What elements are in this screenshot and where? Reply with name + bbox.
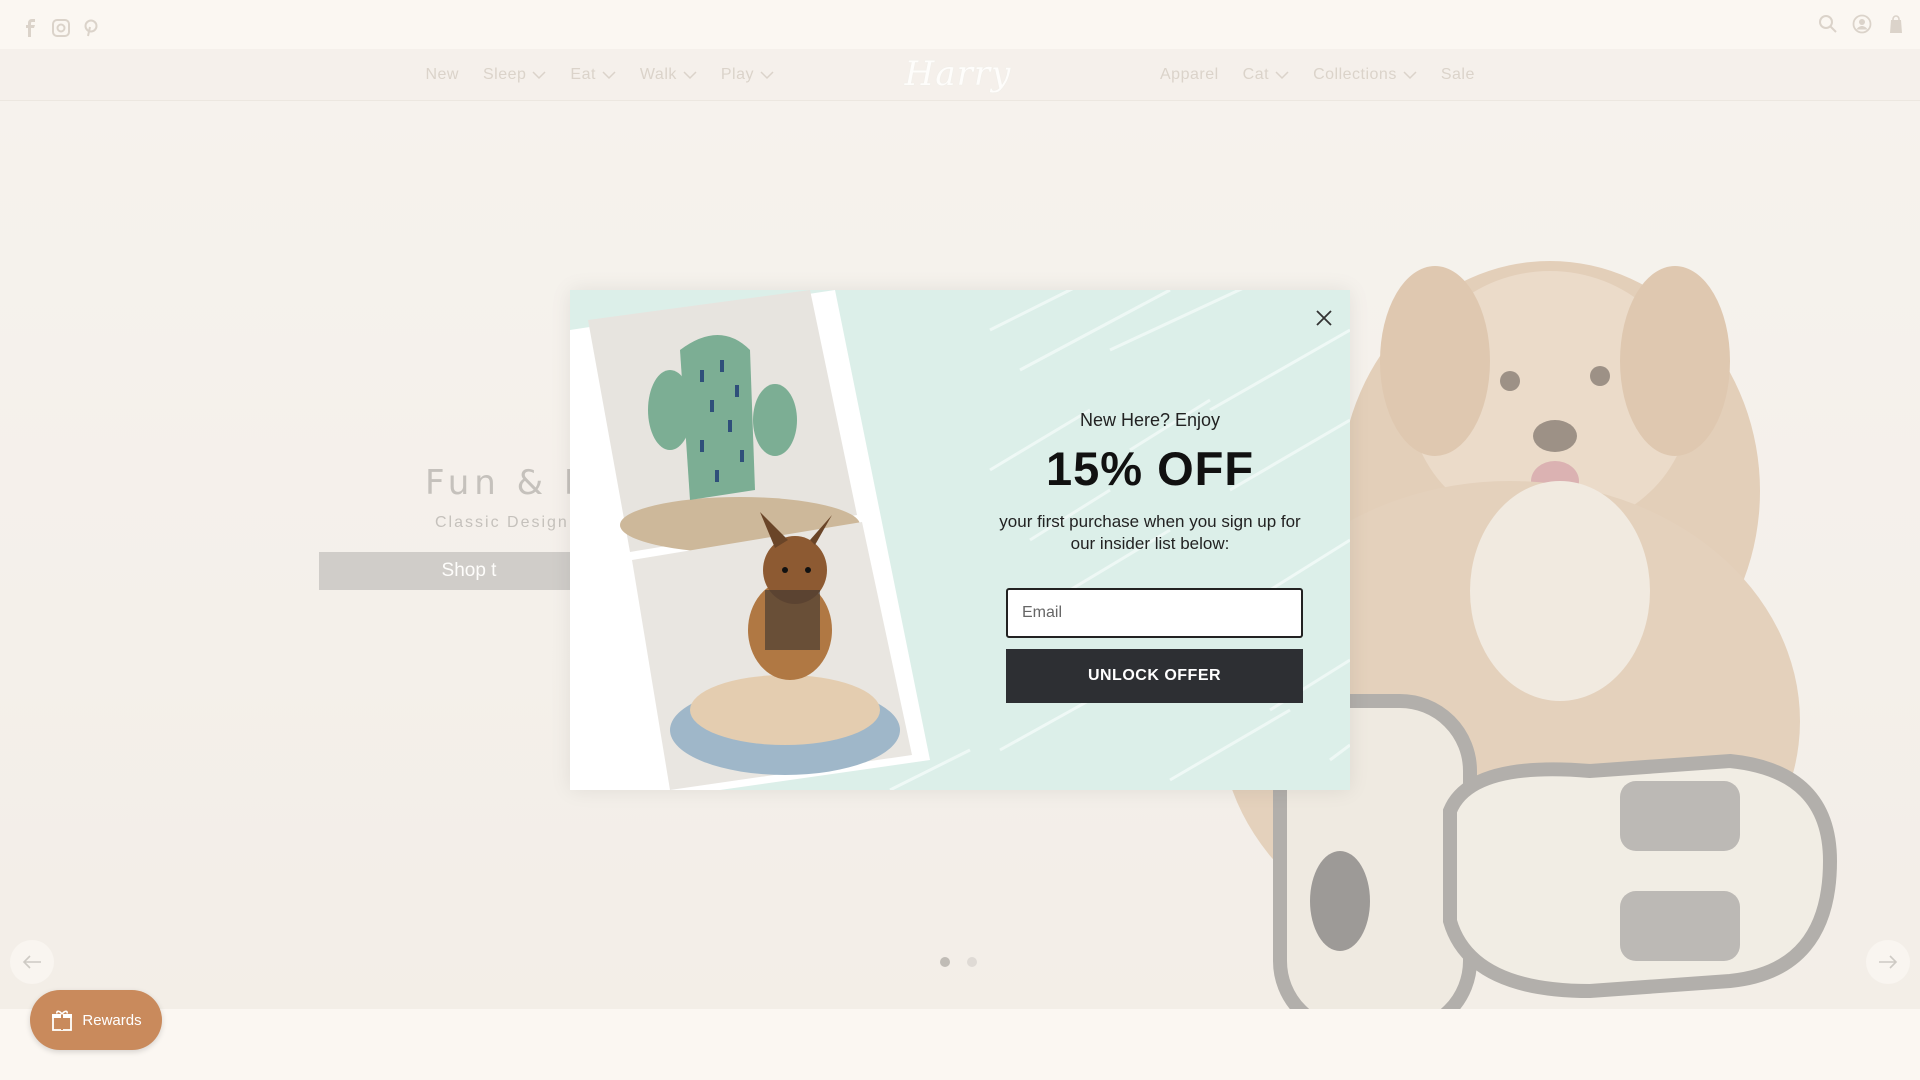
offer-text: New Here? Enjoy 15% OFF your first purch…	[990, 410, 1310, 555]
close-icon	[1316, 310, 1332, 326]
offer-pre-heading: New Here? Enjoy	[1079, 410, 1221, 430]
email-field[interactable]	[1006, 588, 1303, 638]
offer-discount: 15% OFF	[1045, 442, 1255, 495]
product-photo	[570, 290, 930, 790]
offer-description: your first purchase when you sign up for…	[999, 512, 1301, 553]
signup-popup: New Here? Enjoy 15% OFF your first purch…	[570, 290, 1350, 790]
rewards-label: Rewards	[82, 1011, 142, 1029]
unlock-offer-button[interactable]: UNLOCK OFFER	[1006, 649, 1303, 703]
gift-icon	[52, 1010, 73, 1031]
rewards-button[interactable]: Rewards	[30, 990, 162, 1050]
close-popup-button[interactable]	[1310, 304, 1338, 332]
